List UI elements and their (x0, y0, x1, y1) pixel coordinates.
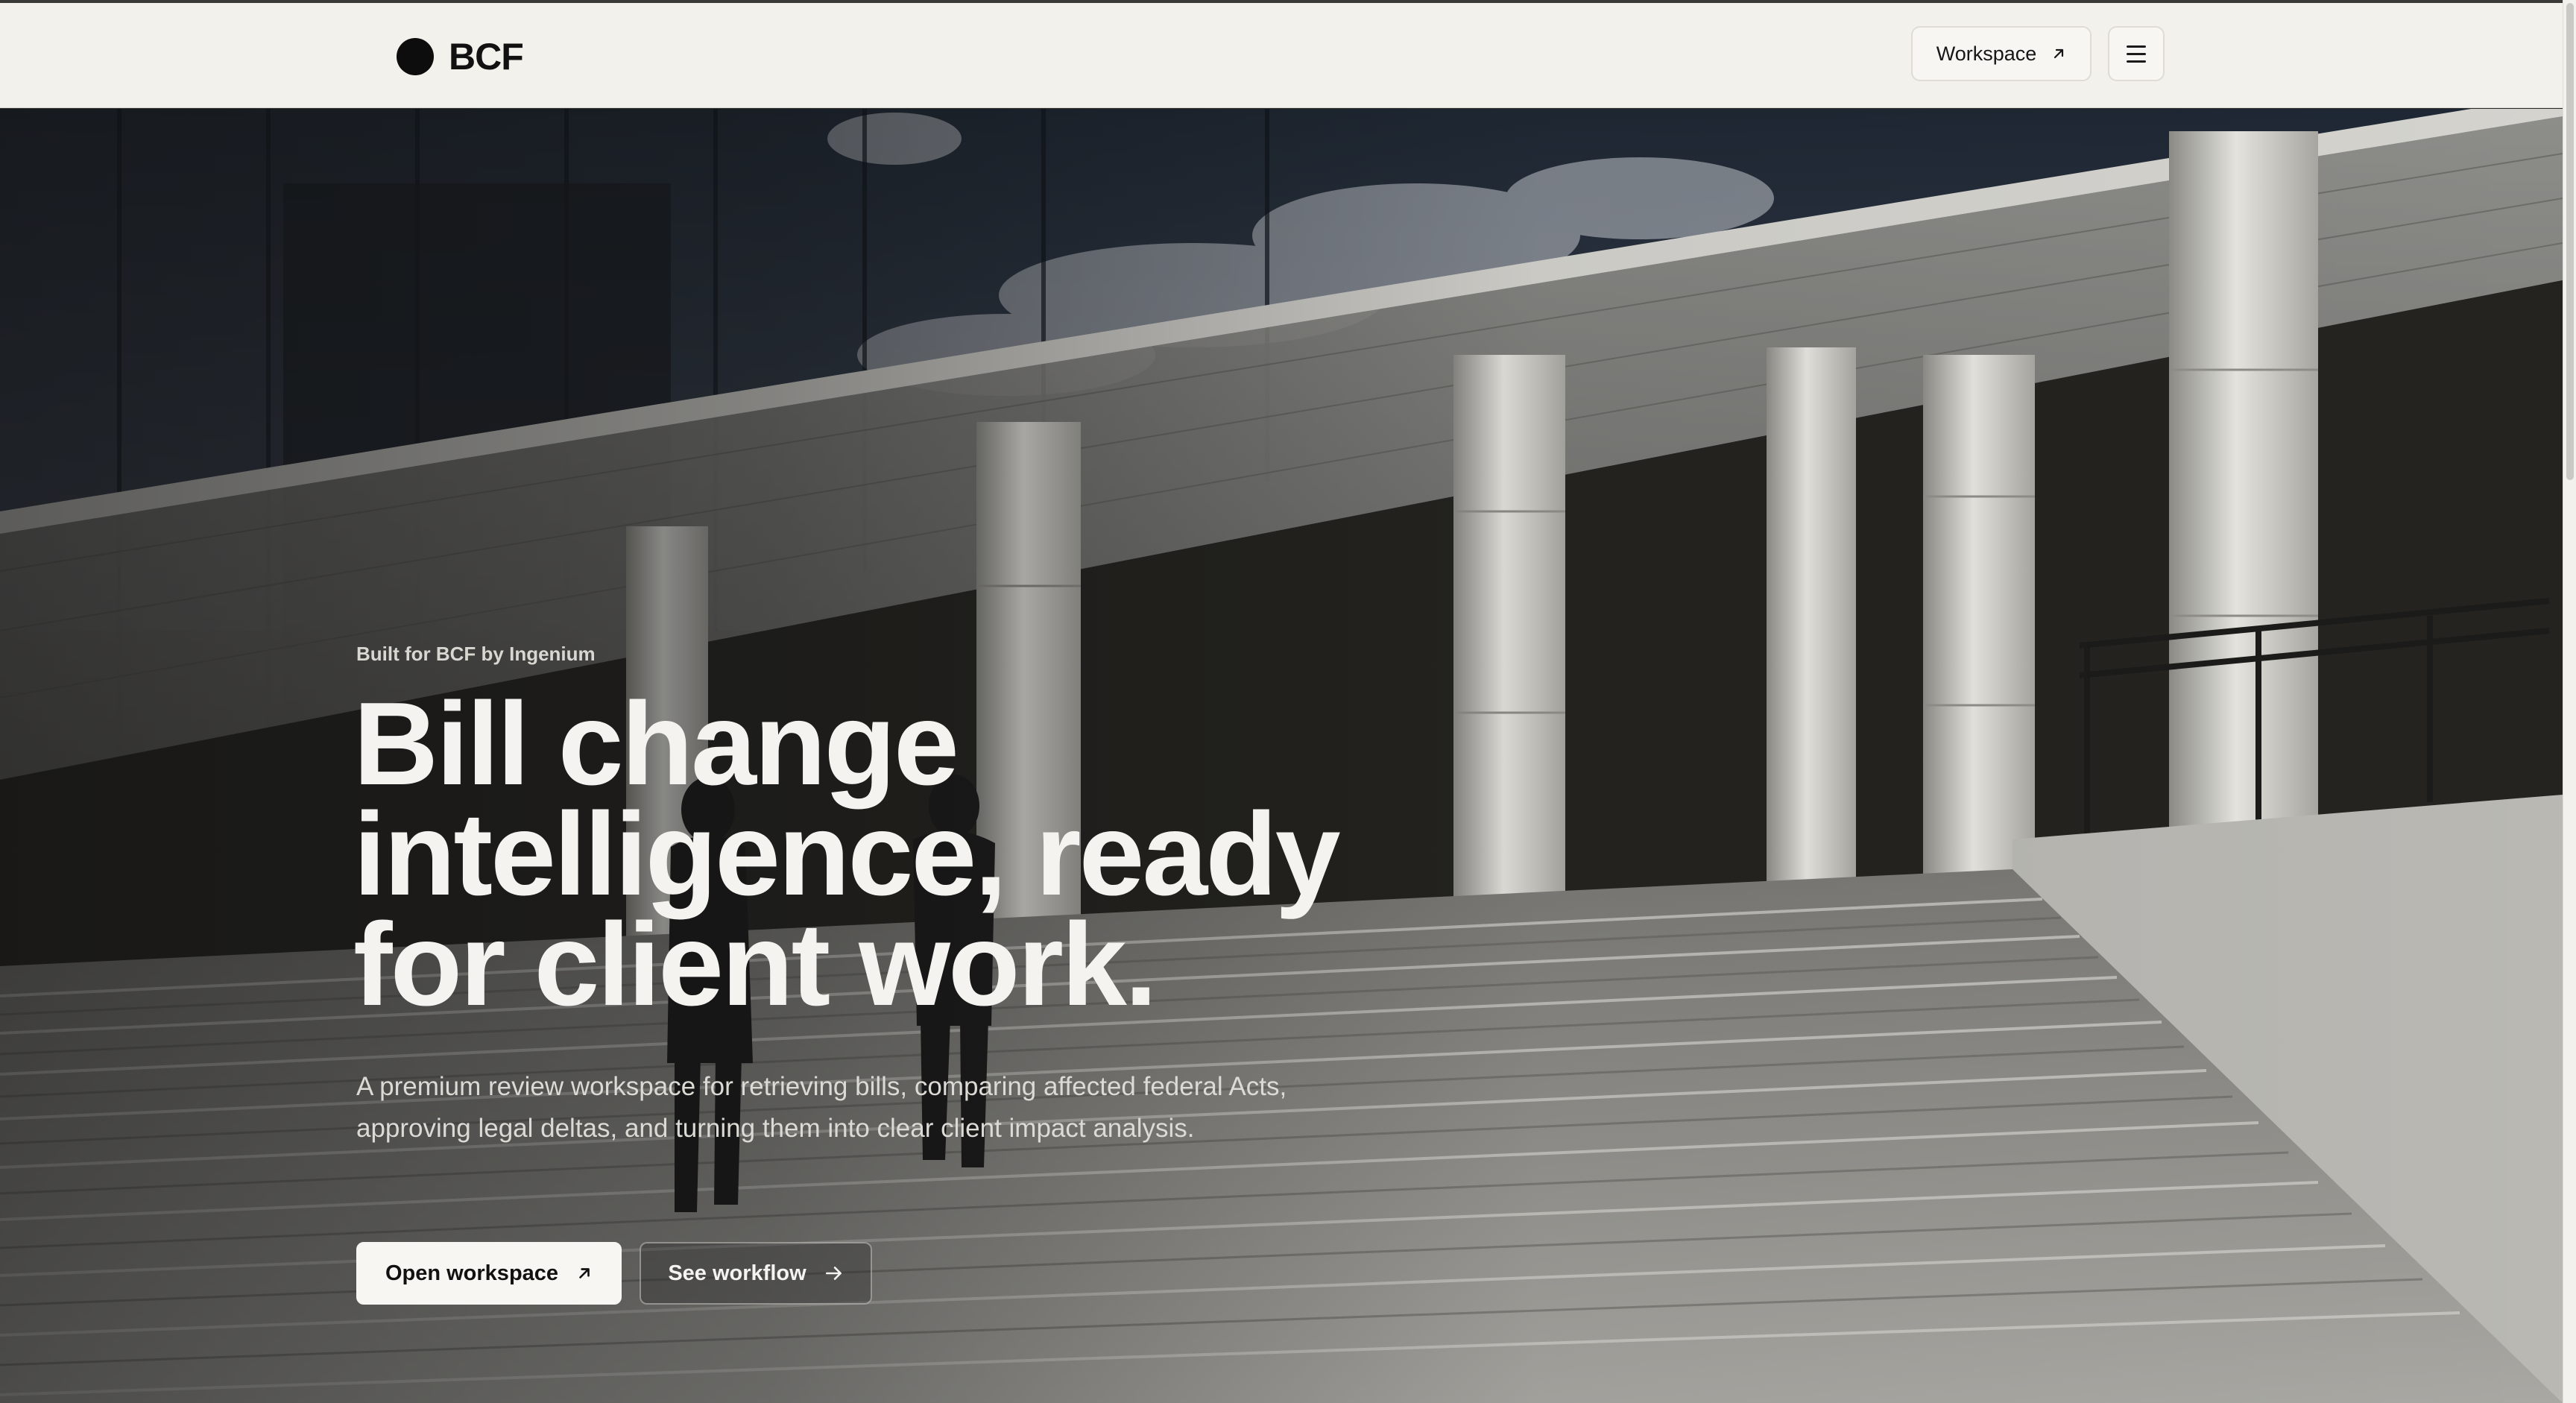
brand-name: BCF (449, 36, 524, 78)
menu-button[interactable] (2108, 26, 2165, 81)
open-workspace-button[interactable]: Open workspace (356, 1242, 622, 1305)
workspace-button[interactable]: Workspace (1911, 26, 2092, 81)
hero-eyebrow: Built for BCF by Ingenium (356, 643, 596, 665)
open-workspace-label: Open workspace (385, 1261, 559, 1285)
hamburger-menu-icon (2127, 45, 2146, 63)
arrow-up-right-icon (576, 1265, 593, 1281)
headline-line: for client work. (353, 899, 1158, 1030)
hero-description: A premium review workspace for retrievin… (356, 1072, 1287, 1143)
brand-dot-icon (397, 38, 434, 75)
browser-viewport: BCF Workspace Built for BCF by Ingenium … (0, 0, 2563, 1403)
brand-logo-link[interactable]: BCF (397, 36, 524, 78)
headline-line: intelligence, ready (353, 789, 1341, 920)
headline-line: Bill change (353, 678, 959, 810)
hero-section: Built for BCF by Ingenium Bill change in… (0, 109, 2563, 1403)
site-header: BCF Workspace (0, 3, 2563, 108)
scrollbar-thumb[interactable] (2566, 3, 2574, 480)
hero-headline: Bill change intelligence, ready for clie… (353, 678, 1546, 1030)
page-scrollbar[interactable] (2563, 0, 2576, 1403)
see-workflow-button[interactable]: See workflow (640, 1242, 872, 1305)
arrow-right-icon (824, 1265, 844, 1281)
workspace-button-label: Workspace (1936, 42, 2037, 65)
arrow-up-right-icon (2051, 46, 2066, 61)
see-workflow-label: See workflow (668, 1261, 806, 1285)
